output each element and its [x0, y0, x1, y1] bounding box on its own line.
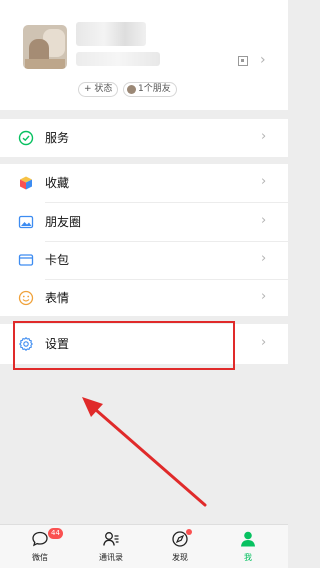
tab-me[interactable]: 我	[212, 525, 284, 568]
annotation-arrow-overlay	[82, 397, 207, 507]
new-content-dot	[186, 529, 192, 535]
contacts-icon	[103, 532, 119, 546]
person-icon	[241, 531, 255, 547]
tab-label: 发现	[172, 553, 188, 562]
tab-label: 我	[244, 553, 252, 562]
chat-bubble-icon	[32, 531, 48, 547]
unread-badge: 44	[48, 528, 63, 539]
tab-label: 微信	[32, 553, 48, 562]
tab-chats[interactable]: 44 微信	[4, 525, 76, 568]
tab-contacts[interactable]: 通讯录	[75, 525, 147, 568]
tab-label: 通讯录	[99, 553, 123, 562]
annotation-arrow-shaft	[94, 408, 207, 507]
tab-bar: 44 微信 通讯录 发现 我	[0, 524, 288, 568]
tab-discover[interactable]: 发现	[144, 525, 216, 568]
